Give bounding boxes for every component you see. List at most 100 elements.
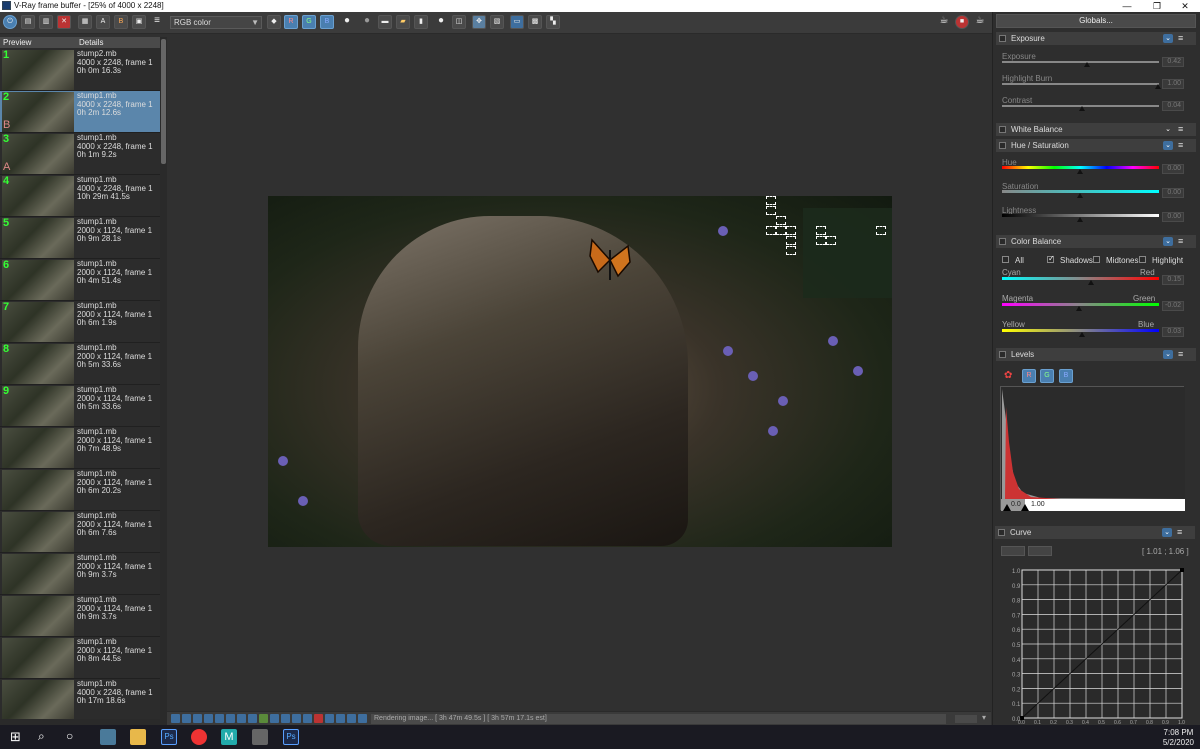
status-tool-icon[interactable] [237, 714, 246, 723]
slider-knob[interactable] [1079, 106, 1085, 111]
white-balance-section[interactable]: White Balance ⌄ ≡ [996, 123, 1196, 136]
clear-image-icon[interactable]: ▮ [414, 15, 428, 29]
blue-channel-button[interactable]: B [320, 15, 334, 29]
channel-select[interactable]: RGB color ▼ [170, 16, 262, 29]
link-icon[interactable]: ▭ [510, 15, 524, 29]
chevron-down-icon[interactable]: ⌄ [1163, 34, 1173, 43]
rgb-channels-icon[interactable]: ✿ [1004, 370, 1012, 381]
stop-render-icon[interactable]: ✕ [57, 15, 71, 29]
exposure-value[interactable]: 0.42 [1162, 57, 1184, 67]
chevron-down-icon[interactable]: ⌄ [1163, 237, 1173, 246]
history-row[interactable]: 4 stump1.mb 4000 x 2248, frame 1 10h 29m 41… [0, 175, 160, 217]
status-tool-icon[interactable] [182, 714, 191, 723]
render-power-icon[interactable]: ⏻ [3, 15, 17, 29]
menu-icon[interactable]: ≡ [150, 15, 164, 29]
menu-icon[interactable]: ≡ [1178, 33, 1183, 43]
menu-icon[interactable]: ≡ [1177, 527, 1182, 537]
curve-load-button[interactable] [1001, 546, 1025, 556]
history-row[interactable]: stump1.mb 2000 x 1124, frame 1 0h 9m 3.7s [0, 553, 160, 595]
status-tool-icon[interactable] [193, 714, 202, 723]
teapot-icon[interactable]: ☕ [937, 15, 951, 29]
save-all-icon[interactable]: ▥ [39, 15, 53, 29]
menu-icon[interactable]: ≡ [1178, 124, 1183, 134]
history-row[interactable]: 8 stump1.mb 2000 x 1124, frame 1 0h 5m 33.6… [0, 343, 160, 385]
search-icon[interactable]: ⌕ [38, 729, 54, 745]
status-tool-icon[interactable] [292, 714, 301, 723]
hue-saturation-checkbox[interactable] [999, 142, 1006, 149]
stop-icon[interactable]: ■ [955, 15, 969, 29]
clock[interactable]: 7:08 PM 5/2/2020 [1163, 728, 1194, 748]
contrast-value[interactable]: 0.04 [1162, 101, 1184, 111]
curve-save-button[interactable] [1028, 546, 1052, 556]
app-icon[interactable] [252, 729, 268, 745]
col-preview[interactable]: Preview [3, 38, 31, 47]
magenta-green-value[interactable]: -0.02 [1162, 301, 1184, 311]
curve-editor[interactable]: 1.00.90.80.70.60.50.40.30.20.10.00.0 0.1 0… [1000, 565, 1188, 725]
history-row[interactable]: 2 Bstump1.mb 4000 x 2248, frame 1 0h 2m 12.… [0, 91, 160, 133]
slider-knob[interactable] [1079, 332, 1085, 337]
scroll-thumb[interactable] [161, 39, 166, 164]
levels-section[interactable]: Levels ⌄ ≡ [996, 348, 1196, 361]
status-tool-icon[interactable] [358, 714, 367, 723]
lightness-value[interactable]: 0.00 [1162, 212, 1184, 222]
status-tool-icon[interactable] [248, 714, 257, 723]
status-tool-icon[interactable] [336, 714, 345, 723]
saturation-value[interactable]: 0.00 [1162, 188, 1184, 198]
hue-value[interactable]: 0.00 [1162, 164, 1184, 174]
mono-icon[interactable]: ● [360, 15, 374, 29]
col-details[interactable]: Details [79, 38, 103, 47]
chevron-down-icon[interactable]: ⌄ [1162, 528, 1172, 537]
curve-checkbox[interactable] [998, 529, 1005, 536]
swap-icon[interactable]: ▣ [132, 15, 146, 29]
cyan-red-value[interactable]: 0.15 [1162, 275, 1184, 285]
menu-icon[interactable]: ≡ [1178, 236, 1183, 246]
history-row[interactable]: stump1.mb 2000 x 1124, frame 1 0h 6m 7.6s [0, 511, 160, 553]
history-row[interactable]: stump1.mb 2000 x 1124, frame 1 0h 8m 44.5s [0, 637, 160, 679]
slider-knob[interactable] [1076, 306, 1082, 311]
photoshop-icon[interactable]: Ps [283, 729, 299, 745]
highlight-checkbox[interactable] [1139, 256, 1146, 263]
history-row[interactable]: 7 stump1.mb 2000 x 1124, frame 1 0h 6m 1.9s [0, 301, 160, 343]
shadows-checkbox[interactable] [1047, 254, 1055, 263]
midtones-checkbox[interactable] [1093, 256, 1100, 263]
all-checkbox[interactable] [1002, 256, 1009, 263]
status-tool-icon[interactable] [314, 714, 323, 723]
maya-icon[interactable]: M [221, 729, 237, 745]
history-icon[interactable]: ▦ [78, 15, 92, 29]
history-scrollbar[interactable] [160, 37, 167, 719]
load-image-icon[interactable]: ▰ [396, 15, 410, 29]
history-row[interactable]: 3 Astump1.mb 4000 x 2248, frame 1 0h 1m 9.2… [0, 133, 160, 175]
levels-red-button[interactable]: R [1022, 369, 1036, 383]
history-row[interactable]: 9 stump1.mb 2000 x 1124, frame 1 0h 5m 33.6… [0, 385, 160, 427]
menu-icon[interactable]: ≡ [1178, 140, 1183, 150]
status-tool-icon[interactable] [204, 714, 213, 723]
ab-compare-a-icon[interactable]: A [96, 15, 110, 29]
status-tool-icon[interactable] [215, 714, 224, 723]
slider-knob[interactable] [1155, 84, 1161, 89]
chevron-down-icon[interactable]: ⌄ [1163, 125, 1173, 134]
status-tool-icon[interactable] [270, 714, 279, 723]
exposure-slider[interactable] [1002, 61, 1159, 63]
hue-saturation-section[interactable]: Hue / Saturation ⌄ ≡ [996, 139, 1196, 152]
chevron-down-icon[interactable]: ⌄ [1163, 141, 1173, 150]
checker-icon[interactable]: ▩ [528, 15, 542, 29]
status-tool-icon[interactable] [325, 714, 334, 723]
status-tool-icon[interactable] [303, 714, 312, 723]
exposure-checkbox[interactable] [999, 35, 1006, 42]
lens-effects-icon[interactable]: ▚ [546, 15, 560, 29]
minimize-button[interactable]: — [1112, 0, 1142, 12]
white-balance-checkbox[interactable] [999, 126, 1006, 133]
cortana-icon[interactable]: ○ [66, 729, 82, 745]
yellow-blue-value[interactable]: 0.03 [1162, 327, 1184, 337]
levels-green-button[interactable]: G [1040, 369, 1054, 383]
status-tool-icon[interactable] [171, 714, 180, 723]
slider-knob[interactable] [1088, 280, 1094, 285]
region-render-icon[interactable]: ◫ [452, 15, 466, 29]
color-balance-checkbox[interactable] [999, 238, 1006, 245]
alpha-white-icon[interactable]: ● [340, 15, 354, 29]
slider-knob[interactable] [1084, 62, 1090, 67]
chrome-icon[interactable] [191, 729, 207, 745]
color-balance-section[interactable]: Color Balance ⌄ ≡ [996, 235, 1196, 248]
history-row[interactable]: stump1.mb 2000 x 1124, frame 1 0h 6m 20.2s [0, 469, 160, 511]
image-viewport[interactable] [167, 37, 991, 711]
